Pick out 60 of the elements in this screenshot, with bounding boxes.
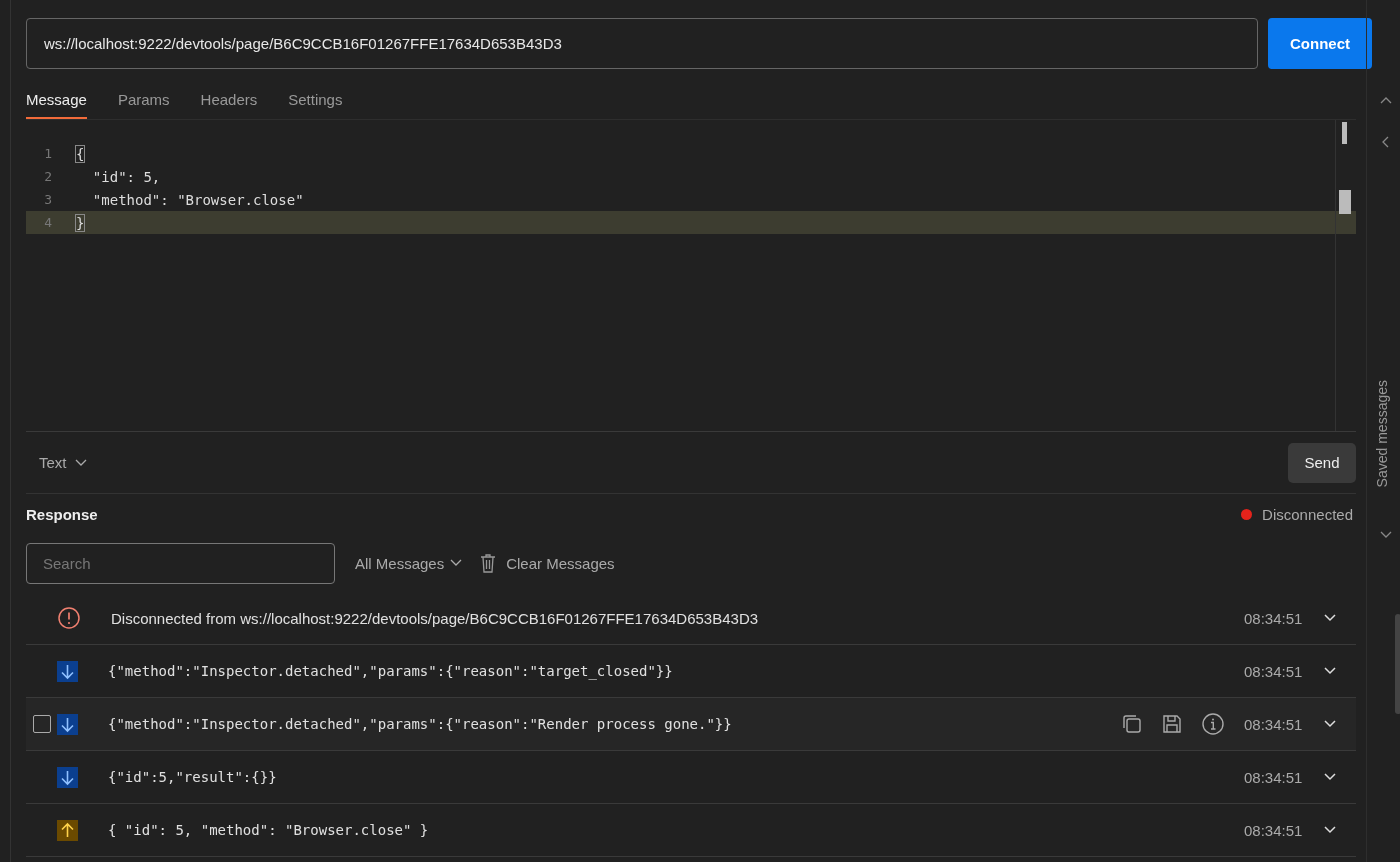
message-time: 08:34:51 [1244,662,1304,680]
saved-messages-tab[interactable]: Saved messages [1374,380,1390,488]
code-line: } [76,214,85,231]
connection-status: Disconnected [1262,505,1353,523]
message-text: Disconnected from ws://localhost:9222/devtools/page/B6C9CCB16F01267FFE17634D653B43D3 [111,609,760,627]
collapse-icon[interactable] [1380,96,1392,104]
code-line: "method": "Browser.close" [91,191,304,208]
code-editor[interactable]: 1 { 2 "id": 5, 3 "method": "Browser.close" 4 } [26,120,1356,432]
message-text: {"method":"Inspector.detached","params":{"reason":"Render process gone."}} [108,716,733,732]
expand-panel-icon[interactable] [1381,136,1389,148]
clear-messages-button[interactable]: Clear Messages [480,553,615,573]
message-text: {"id":5,"result":{}} [108,769,278,785]
scrollbar-thumb[interactable] [1342,122,1347,144]
message-row[interactable]: { "id": 5, "method": "Browser.close" } 08:34:51 [26,804,1356,857]
arrow-down-icon [57,713,78,735]
message-time: 08:34:51 [1244,609,1304,627]
checkbox[interactable] [32,715,51,733]
save-icon[interactable] [1162,714,1182,734]
expand-icon[interactable] [1324,773,1336,781]
line-number: 3 [43,192,52,207]
collapse-icon[interactable] [1380,531,1392,539]
line-number: 4 [43,215,52,230]
arrow-up-icon [57,819,78,841]
error-icon [57,606,81,630]
tab[interactable]: Headers [200,89,258,119]
message-text: {"method":"Inspector.detached","params":{"reason":"target_closed"}} [108,663,674,679]
url-field[interactable]: ws://localhost:9222/devtools/page/B6C9CCB16F01267FFE17634D653B43D3 [26,18,1258,69]
message-row[interactable]: {"method":"Inspector.detached","params":{"reason":"Render process gone."}} 08:34:51 [26,698,1356,751]
message-time: 08:34:51 [1244,768,1304,786]
trash-icon [480,553,497,573]
format-dropdown[interactable]: Text [39,454,87,471]
code-line: "id": 5, [91,168,161,185]
scrollbar-thumb[interactable] [1395,614,1400,714]
arrow-down-icon [57,766,78,788]
cursor-marker [1339,190,1351,214]
message-row[interactable]: Disconnected from ws://localhost:9222/devtools/page/B6C9CCB16F01267FFE17634D653B43D3 08:34:51 [26,592,1356,645]
arrow-down-icon [57,660,78,682]
tab[interactable]: Params [117,89,170,119]
copy-icon[interactable] [1122,714,1142,734]
message-filter-dropdown[interactable]: All Messages [355,554,463,572]
search-field[interactable]: Search [26,542,335,584]
response-title: Response [26,505,98,523]
tab[interactable]: Message [26,89,87,119]
message-time: 08:34:51 [1244,715,1304,733]
tab[interactable]: Settings [288,89,343,119]
expand-icon[interactable] [1324,614,1336,622]
info-icon[interactable] [1202,713,1224,735]
send-button[interactable]: Send [1288,442,1356,483]
connect-button[interactable]: Connect [1268,18,1372,69]
caret-icon [74,458,87,467]
message-time: 08:34:51 [1244,821,1304,839]
caret-icon [450,559,463,567]
expand-icon[interactable] [1324,826,1336,834]
message-row[interactable]: {"id":5,"result":{}} 08:34:51 [26,751,1356,804]
expand-icon[interactable] [1324,720,1336,728]
expand-icon[interactable] [1324,667,1336,675]
line-number: 2 [43,169,52,184]
message-text: { "id": 5, "method": "Browser.close" } [108,822,430,838]
line-number: 1 [43,146,52,161]
code-line: { [76,145,85,162]
